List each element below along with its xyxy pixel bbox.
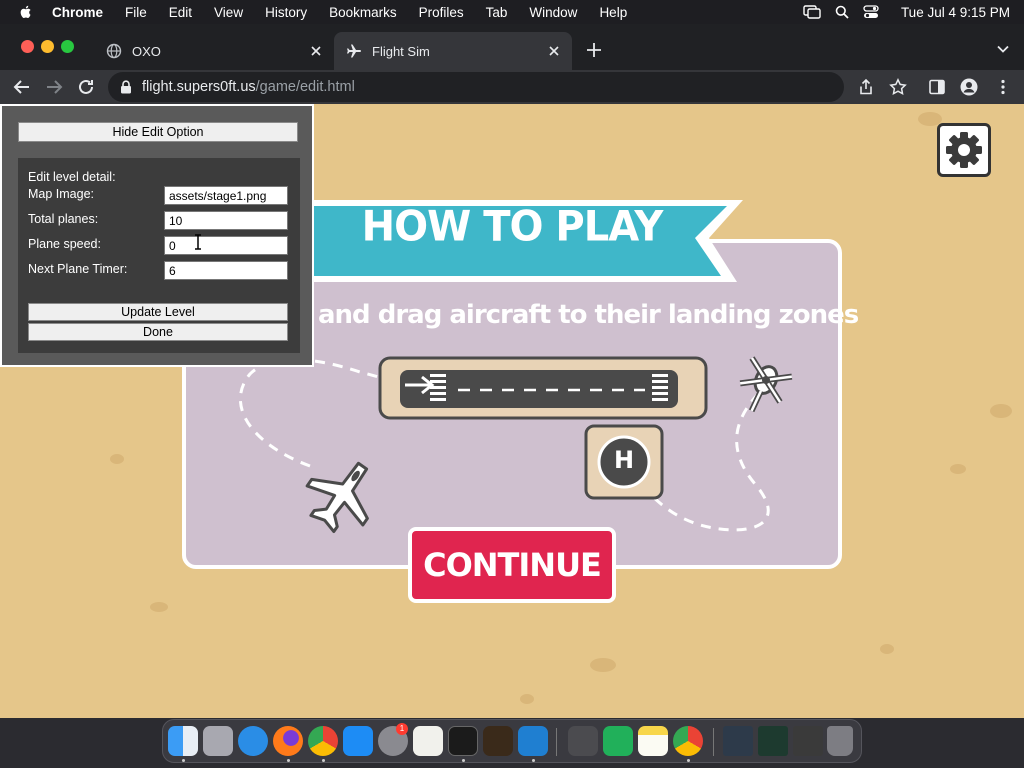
apple-icon[interactable] (18, 4, 34, 20)
textedit-icon[interactable] (413, 726, 443, 756)
menu-view[interactable]: View (214, 5, 243, 20)
chrome-icon[interactable] (673, 726, 703, 756)
gear-icon (946, 132, 982, 168)
airplane-sprite (305, 461, 369, 534)
notes-icon[interactable] (638, 726, 668, 756)
window-close-button[interactable] (21, 40, 34, 53)
app-store-icon[interactable] (343, 726, 373, 756)
plane-speed-input[interactable] (164, 236, 288, 255)
next-plane-timer-input[interactable] (164, 261, 288, 280)
tab-title: Flight Sim (372, 43, 430, 59)
safari-icon[interactable] (238, 726, 268, 756)
control-center-icon[interactable] (863, 5, 879, 19)
browser-tab-strip: OXO Flight Sim (0, 24, 1024, 70)
tab-flight-sim[interactable]: Flight Sim (334, 32, 572, 70)
minimized-window-thumbnail[interactable] (793, 726, 823, 756)
address-bar[interactable]: flight.supers0ft.us/game/edit.html (108, 72, 844, 102)
edit-level-form: Edit level detail: Map Image: Total plan… (18, 158, 300, 353)
helipad-letter: H (613, 446, 635, 474)
calculator-icon[interactable] (568, 726, 598, 756)
url-host: flight.supers0ft.us (142, 79, 256, 95)
menu-profiles[interactable]: Profiles (419, 5, 464, 20)
terminal-icon[interactable] (448, 726, 478, 756)
tab-search-chevron-icon[interactable] (996, 42, 1010, 56)
airplane-icon (347, 44, 361, 58)
running-indicator (532, 759, 535, 762)
done-button[interactable]: Done (28, 323, 288, 341)
plane-speed-label: Plane speed: (28, 237, 101, 251)
launchpad-icon[interactable] (203, 726, 233, 756)
next-plane-timer-label: Next Plane Timer: (28, 262, 128, 276)
lock-icon[interactable] (120, 80, 132, 94)
forward-arrow-icon[interactable] (44, 77, 64, 97)
menubar-clock[interactable]: Tue Jul 4 9:15 PM (901, 5, 1010, 20)
menu-bookmarks[interactable]: Bookmarks (329, 5, 397, 20)
total-planes-input[interactable] (164, 211, 288, 230)
profile-avatar-icon[interactable] (960, 78, 978, 96)
menu-file[interactable]: File (125, 5, 147, 20)
menu-history[interactable]: History (265, 5, 307, 20)
minimized-window-thumbnail[interactable] (723, 726, 753, 756)
garageband-icon[interactable] (483, 726, 513, 756)
browser-toolbar: flight.supers0ft.us/game/edit.html (0, 70, 1024, 104)
window-zoom-button[interactable] (61, 40, 74, 53)
firefox-icon[interactable] (273, 726, 303, 756)
menu-edit[interactable]: Edit (169, 5, 192, 20)
bookmark-star-icon[interactable] (889, 78, 907, 96)
menu-tab[interactable]: Tab (486, 5, 508, 20)
screen-mirroring-icon[interactable] (803, 5, 821, 19)
trash-icon[interactable] (827, 726, 853, 756)
url-path: /game/edit.html (255, 79, 355, 95)
menu-app-name[interactable]: Chrome (52, 5, 103, 20)
edit-level-panel: Hide Edit Option Edit level detail: Map … (0, 104, 314, 367)
total-planes-label: Total planes: (28, 212, 99, 226)
chrome-icon[interactable] (308, 726, 338, 756)
dock-separator (556, 728, 557, 756)
map-image-input[interactable] (164, 186, 288, 205)
hide-edit-option-button[interactable]: Hide Edit Option (18, 122, 298, 142)
macos-dock: 1 (162, 719, 862, 763)
tab-oxo[interactable]: OXO (94, 32, 334, 70)
running-indicator (287, 759, 290, 762)
new-tab-plus-icon[interactable] (584, 40, 604, 60)
settings-button[interactable] (937, 123, 991, 177)
menu-window[interactable]: Window (529, 5, 577, 20)
map-image-label: Map Image: (28, 187, 95, 201)
running-indicator (182, 759, 185, 762)
dock-separator (713, 728, 714, 756)
vscode-icon[interactable] (518, 726, 548, 756)
notification-badge: 1 (396, 723, 408, 735)
update-level-button[interactable]: Update Level (28, 303, 288, 321)
window-minimize-button[interactable] (41, 40, 54, 53)
running-indicator (462, 759, 465, 762)
kebab-menu-icon[interactable] (994, 78, 1012, 96)
minimized-window-thumbnail[interactable] (758, 726, 788, 756)
edit-level-heading: Edit level detail: (28, 170, 116, 184)
menu-help[interactable]: Help (599, 5, 627, 20)
numbers-icon[interactable] (603, 726, 633, 756)
finder-icon[interactable] (168, 726, 198, 756)
text-cursor-icon (195, 234, 201, 250)
running-indicator (687, 759, 690, 762)
running-indicator (322, 759, 325, 762)
helicopter-sprite (739, 356, 793, 413)
back-arrow-icon[interactable] (12, 77, 32, 97)
reload-icon[interactable] (76, 77, 96, 97)
side-panel-icon[interactable] (928, 78, 946, 96)
close-icon[interactable] (308, 43, 324, 59)
globe-icon (106, 43, 122, 59)
tab-title: OXO (132, 43, 161, 59)
close-icon[interactable] (546, 43, 562, 59)
share-icon[interactable] (857, 78, 875, 96)
spotlight-search-icon[interactable] (835, 5, 849, 19)
continue-button[interactable]: CONTINUE (408, 527, 616, 603)
macos-menu-bar: Chrome File Edit View History Bookmarks … (0, 0, 1024, 24)
